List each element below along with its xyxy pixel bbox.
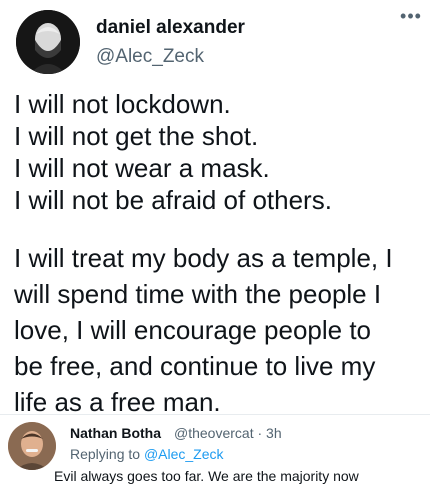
more-options-button[interactable]: •••: [396, 6, 426, 30]
main-tweet: daniel alexander @Alec_Zeck ••• I will n…: [0, 0, 430, 417]
author-handle[interactable]: @Alec_Zeck: [96, 46, 204, 68]
more-horizontal-icon: •••: [400, 6, 422, 26]
replying-to-label: Replying to: [70, 446, 141, 462]
tweet-line: will spend time with the people I: [14, 279, 382, 309]
replying-to: Replying to @Alec_Zeck: [70, 446, 224, 462]
tweet-line: be free, and continue to live my: [14, 351, 376, 381]
tweet-line: I will not wear a mask.: [14, 153, 270, 183]
reply-avatar-image: [8, 422, 56, 470]
reply-author-avatar[interactable]: [8, 422, 56, 470]
author-avatar-image: [16, 10, 80, 74]
tweet-line: I will not get the shot.: [14, 121, 259, 151]
reply-author-handle[interactable]: @theovercat: [174, 425, 254, 441]
tweet-line: I will not lockdown.: [14, 89, 231, 119]
reply-time[interactable]: 3h: [266, 425, 282, 441]
meta-separator: ·: [257, 425, 263, 441]
divider: [0, 414, 430, 415]
reply-author-name[interactable]: Nathan Botha: [70, 425, 161, 441]
tweet-paragraph-2: I will treat my body as a temple, I will…: [14, 240, 424, 420]
reply-text: Evil always goes too far. We are the maj…: [54, 468, 359, 484]
tweet-line: I will treat my body as a temple, I: [14, 243, 393, 273]
replying-to-mention[interactable]: @Alec_Zeck: [144, 446, 224, 462]
author-name[interactable]: daniel alexander: [96, 17, 245, 39]
tweet-line: I will not be afraid of others.: [14, 185, 332, 215]
tweet-paragraph-1: I will not lockdown. I will not get the …: [14, 88, 424, 216]
reply-tweet: Nathan Botha @theovercat · 3h Replying t…: [0, 416, 430, 500]
tweet-line: love, I will encourage people to: [14, 315, 372, 345]
author-avatar[interactable]: [16, 10, 80, 74]
reply-meta: @theovercat · 3h: [174, 425, 282, 441]
